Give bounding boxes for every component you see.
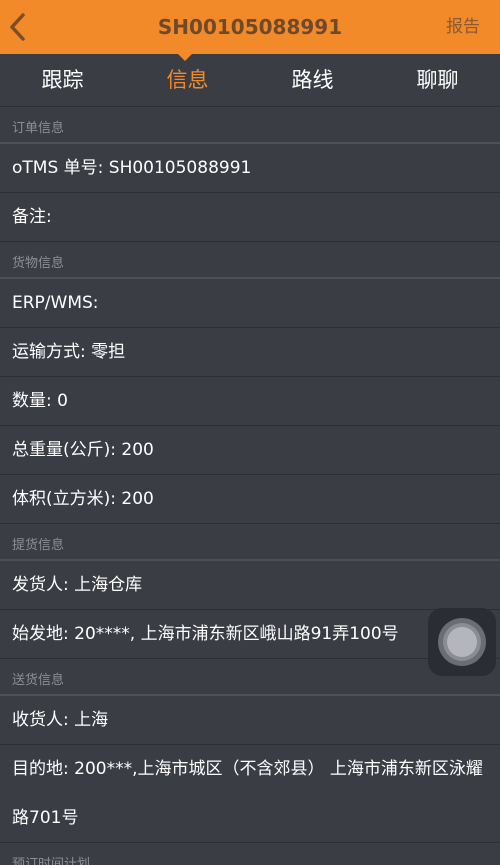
list-item-origin: 始发地: 20****, 上海市浦东新区峨山路91弄100号 xyxy=(0,610,500,659)
page-title: SH00105088991 xyxy=(157,15,343,39)
list-item-destination: 目的地: 200***,上海市城区（不含郊县） 上海市浦东新区泳耀路701号 xyxy=(0,745,500,843)
list-item-shipper: 发货人: 上海仓库 xyxy=(0,561,500,610)
header-bar: SH00105088991 报告 xyxy=(0,0,500,54)
assistive-touch-core xyxy=(447,627,477,657)
list-item-total-weight: 总重量(公斤): 200 xyxy=(0,426,500,475)
list-item-transport-mode: 运输方式: 零担 xyxy=(0,328,500,377)
tab-info[interactable]: 信息 xyxy=(125,54,250,106)
section-header-schedule: 预订时间计划 xyxy=(0,843,500,865)
active-tab-indicator xyxy=(178,54,192,61)
list-item-consignee: 收货人: 上海 xyxy=(0,696,500,745)
assistive-touch-button[interactable] xyxy=(428,608,496,676)
list-item-otms-no: oTMS 单号: SH00105088991 xyxy=(0,144,500,193)
tab-tracking[interactable]: 跟踪 xyxy=(0,54,125,106)
list-item-volume: 体积(立方米): 200 xyxy=(0,475,500,524)
section-header-order: 订单信息 xyxy=(0,107,500,144)
tab-chat[interactable]: 聊聊 xyxy=(375,54,500,106)
section-header-pickup: 提货信息 xyxy=(0,524,500,561)
list-item-remark: 备注: xyxy=(0,193,500,242)
report-button[interactable]: 报告 xyxy=(446,0,480,54)
app-root: SH00105088991 报告 跟踪 信息 路线 聊聊 订单信息 oTMS 单… xyxy=(0,0,500,865)
info-list: 订单信息 oTMS 单号: SH00105088991 备注: 货物信息 ERP… xyxy=(0,107,500,865)
tab-route[interactable]: 路线 xyxy=(250,54,375,106)
section-header-delivery: 送货信息 xyxy=(0,659,500,696)
list-item-erp-wms: ERP/WMS: xyxy=(0,279,500,328)
tab-bar: 跟踪 信息 路线 聊聊 xyxy=(0,54,500,107)
list-item-quantity: 数量: 0 xyxy=(0,377,500,426)
section-header-cargo: 货物信息 xyxy=(0,242,500,279)
